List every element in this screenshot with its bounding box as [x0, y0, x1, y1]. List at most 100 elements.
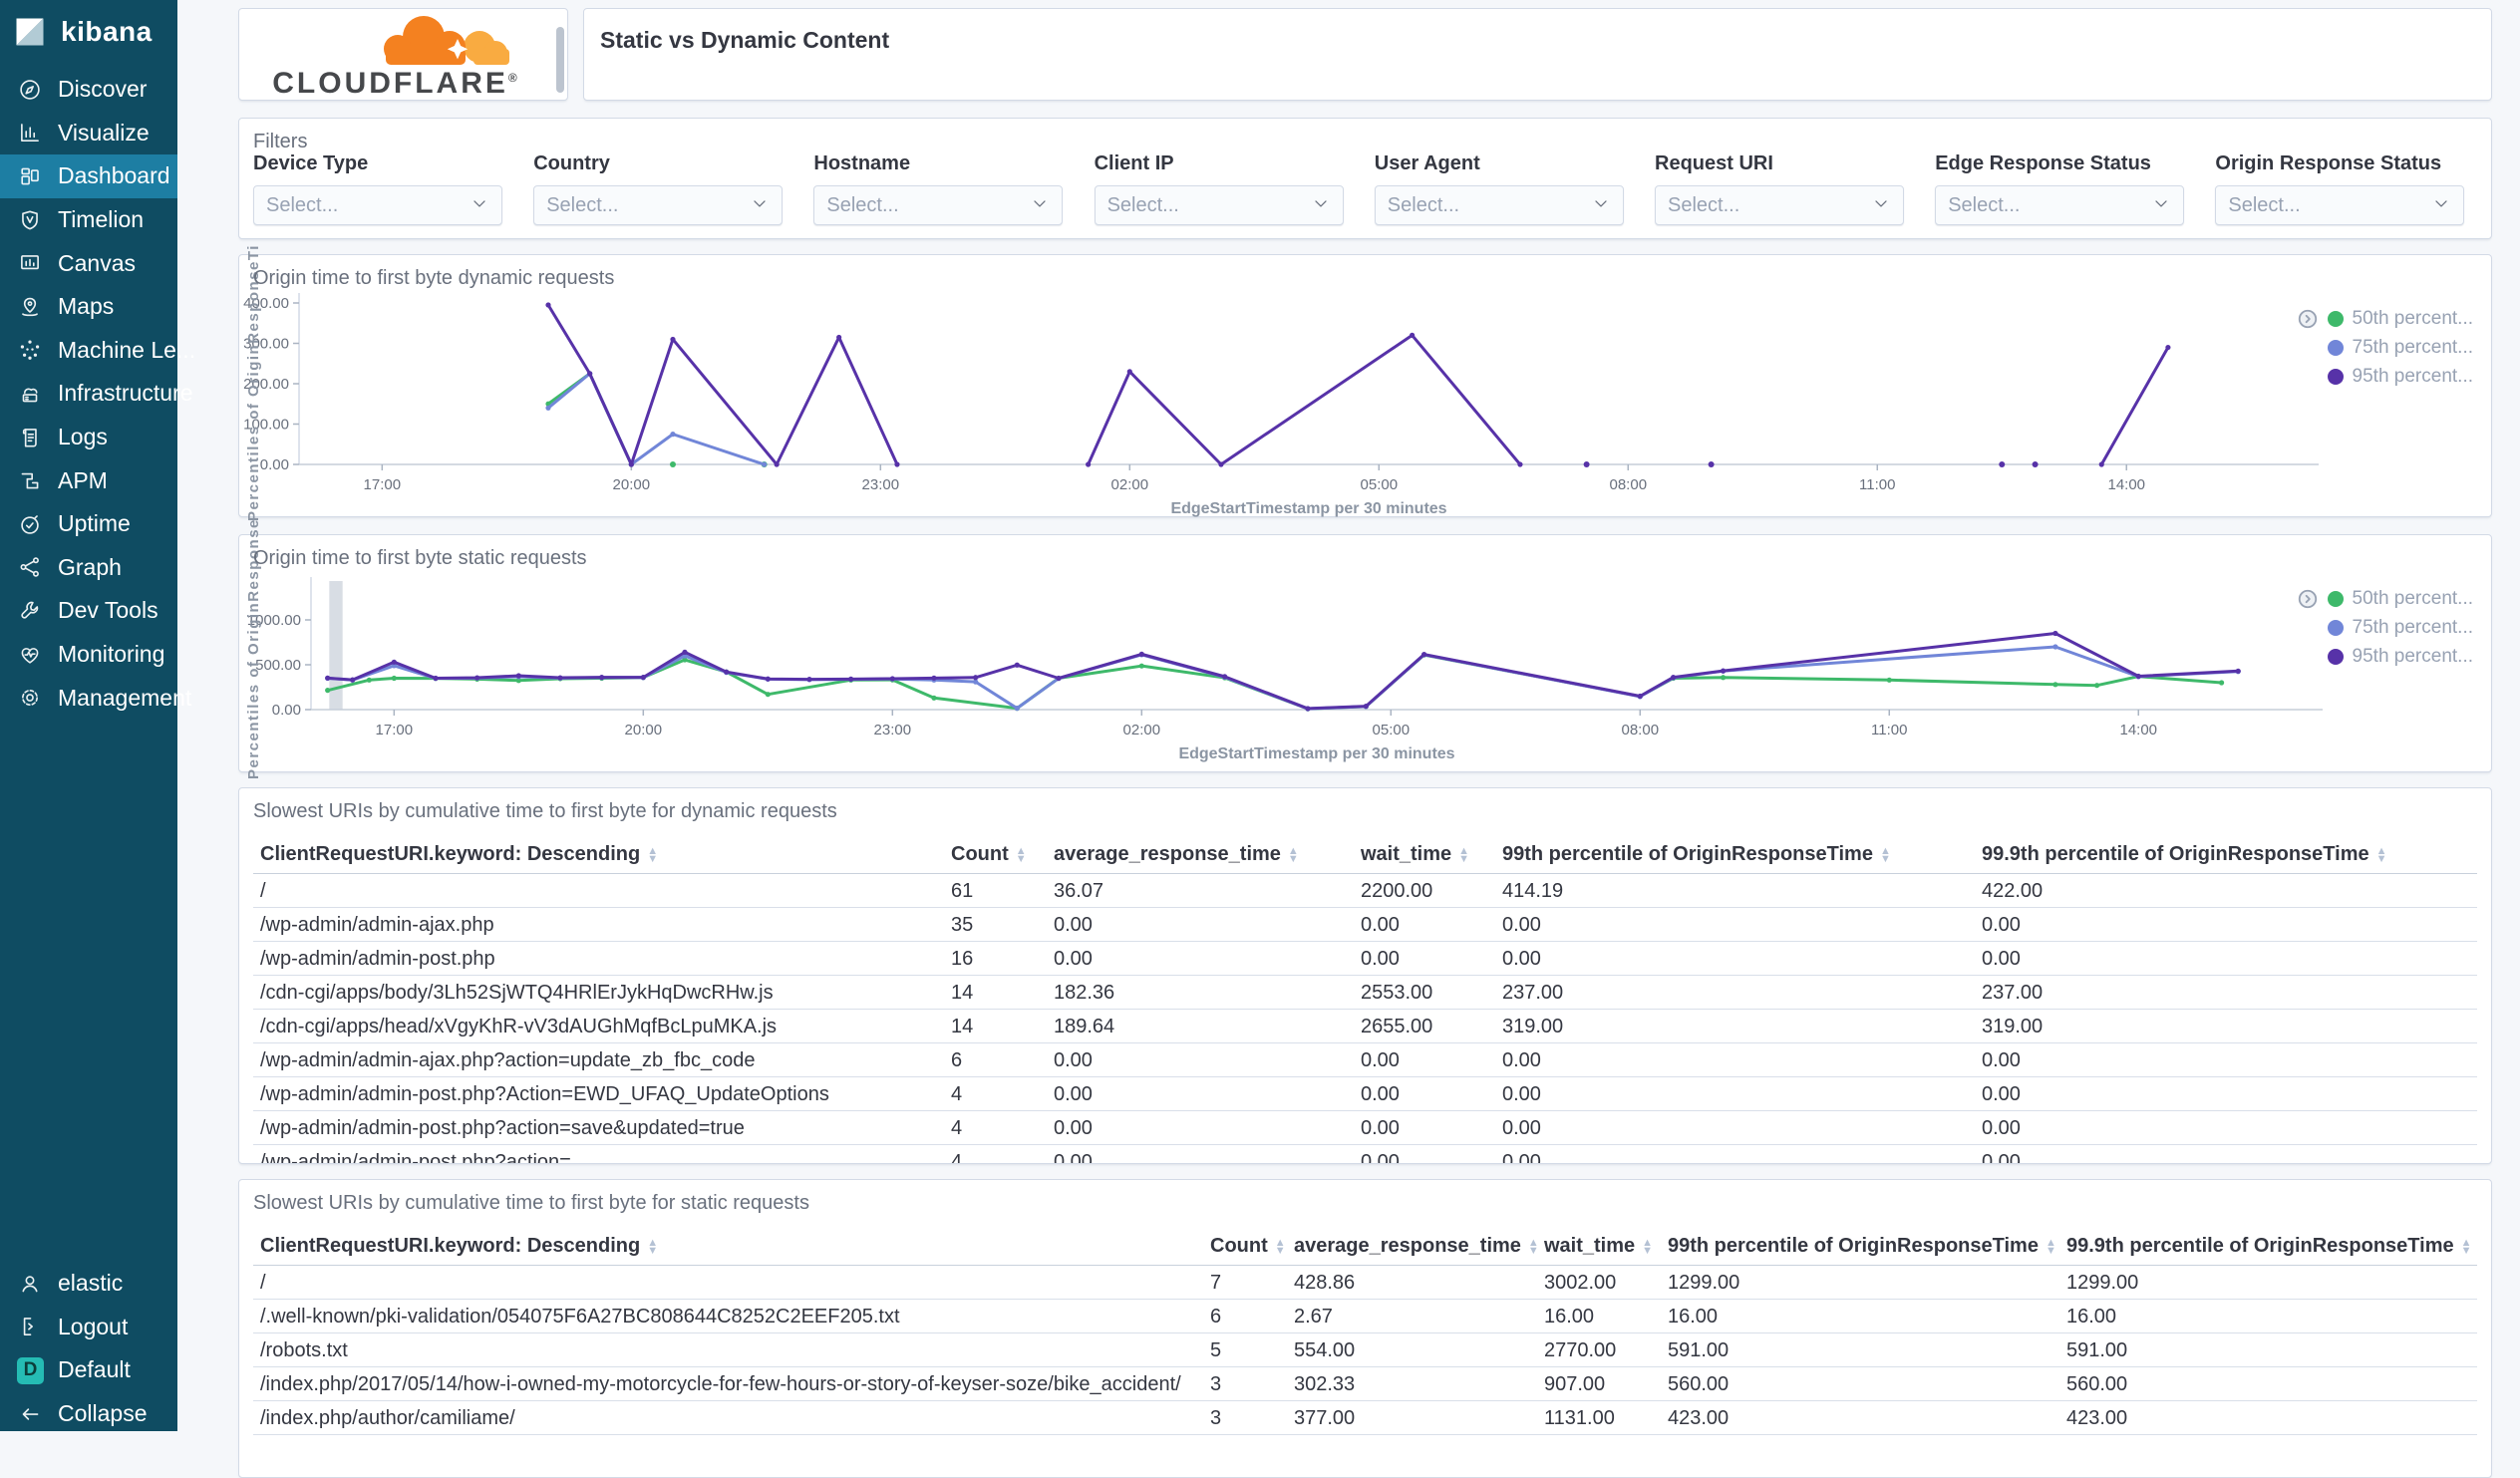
table-row: /wp-admin/admin-post.php?Action=EWD_UFAQ…: [253, 1077, 2477, 1111]
client-ip-select[interactable]: Select...: [1094, 185, 1344, 225]
svg-text:17:00: 17:00: [364, 476, 402, 493]
filter-client-ip: Client IP Select...: [1094, 152, 1344, 225]
legend-item-75th-percent[interactable]: 75th percent...: [2327, 616, 2473, 640]
table-row: /index.php/author/camiliame/3 377.00 1131.…: [253, 1401, 2477, 1435]
cell-value: 4: [951, 1151, 963, 1164]
panel-scrollbar[interactable]: [556, 27, 564, 93]
column-header-clientrequesturi-keyword-descending[interactable]: ClientRequestURI.keyword: Descending ▲ ▼: [260, 843, 658, 866]
cell-value: 237.00: [1502, 982, 1564, 1004]
sidebar-item-discover[interactable]: Discover: [0, 68, 177, 112]
cell-value: 0.00: [1054, 1083, 1093, 1105]
edge-response-status-select[interactable]: Select...: [1935, 185, 2185, 225]
cell-value: 2553.00: [1361, 982, 1433, 1004]
column-header-99th-percentile-of-originresponsetime[interactable]: 99th percentile of OriginResponseTime ▲ ▼: [1668, 1235, 2056, 1258]
sidebar-item-graph[interactable]: Graph: [0, 546, 177, 590]
column-header-average-response-time[interactable]: average_response_time ▲ ▼: [1294, 1235, 1539, 1258]
chart-title: Origin time to first byte static request…: [253, 547, 587, 569]
legend-item-50th-percent[interactable]: 50th percent...: [2298, 307, 2473, 331]
sort-icon: ▲ ▼: [2375, 844, 2387, 865]
column-header-clientrequesturi-keyword-descending[interactable]: ClientRequestURI.keyword: Descending ▲ ▼: [260, 1235, 658, 1258]
cell-value: 319.00: [1502, 1016, 1564, 1037]
column-header-average-response-time[interactable]: average_response_time ▲ ▼: [1054, 843, 1299, 866]
sidebar-item-visualize[interactable]: Visualize: [0, 112, 177, 155]
country-select[interactable]: Select...: [533, 185, 784, 225]
column-header-99-9th-percentile-of-originresponsetime[interactable]: 99.9th percentile of OriginResponseTime ▲…: [1982, 843, 2387, 866]
column-header-99th-percentile-of-originresponsetime[interactable]: 99th percentile of OriginResponseTime ▲ ▼: [1502, 843, 1891, 866]
table-row: /index.php/2017/05/14/how-i-owned-my-mot…: [253, 1367, 2477, 1401]
sort-icon: ▲ ▼: [1879, 844, 1891, 865]
cell-value: 414.19: [1502, 880, 1564, 902]
cell-value: 3002.00: [1544, 1272, 1617, 1294]
cell-value: 0.00: [1361, 1117, 1400, 1139]
chevron-down-icon: [750, 193, 770, 218]
sidebar-item-timelion[interactable]: Timelion: [0, 198, 177, 242]
sidebar-item-canvas[interactable]: Canvas: [0, 241, 177, 285]
column-header-wait-time[interactable]: wait_time ▲ ▼: [1544, 1235, 1653, 1258]
discover-icon: [17, 77, 43, 103]
chart-panel-dynamic-requests: Origin time to first byte dynamic reques…: [238, 244, 2492, 521]
sidebar-item-logout[interactable]: Logout: [0, 1306, 177, 1349]
svg-text:11:00: 11:00: [1859, 476, 1895, 493]
cell-value: 0.00: [1982, 914, 2021, 936]
sidebar-item-apm[interactable]: APM: [0, 458, 177, 502]
column-header-label: 99.9th percentile of OriginResponseTime: [2066, 1235, 2454, 1257]
legend-item-50th-percent[interactable]: 50th percent...: [2298, 587, 2473, 611]
legend-item-95th-percent[interactable]: 95th percent...: [2327, 645, 2473, 669]
legend-item-75th-percent[interactable]: 75th percent...: [2327, 336, 2473, 360]
cell-uri: /wp-admin/admin-post.php: [260, 948, 495, 970]
table-row: /wp-admin/admin-ajax.php 35 0.00 0.00 0.00 0.…: [253, 908, 2477, 942]
request-uri-select[interactable]: Select...: [1655, 185, 1904, 225]
user-icon: [17, 1271, 43, 1297]
legend-expand-icon[interactable]: [2297, 308, 2319, 330]
cell-value: 2770.00: [1544, 1339, 1617, 1361]
sidebar-item-machine-le[interactable]: Machine Le...: [0, 329, 195, 373]
cell-value: 2.67: [1294, 1306, 1333, 1328]
legend-item-95th-percent[interactable]: 95th percent...: [2327, 365, 2473, 389]
sidebar-item-collapse[interactable]: Collapse: [0, 1392, 177, 1436]
sidebar-item-default[interactable]: D Default: [0, 1348, 177, 1392]
legend-expand-icon[interactable]: [2297, 588, 2319, 610]
column-header-count[interactable]: Count ▲ ▼: [951, 843, 1027, 866]
user-agent-select[interactable]: Select...: [1374, 185, 1624, 225]
table-title: Slowest URIs by cumulative time to first…: [253, 800, 837, 822]
cell-value: 1299.00: [1668, 1272, 1740, 1294]
sidebar-item-dashboard[interactable]: Dashboard: [0, 154, 177, 198]
cell-uri: /: [260, 1272, 266, 1294]
legend-color-dot: [2327, 591, 2344, 607]
origin-response-status-select[interactable]: Select...: [2215, 185, 2465, 225]
column-header-99-9th-percentile-of-originresponsetime[interactable]: 99.9th percentile of OriginResponseTime ▲…: [2066, 1235, 2472, 1258]
sort-icon: ▲ ▼: [2460, 1236, 2472, 1257]
cell-value: 6: [1210, 1306, 1222, 1328]
sidebar-item-monitoring[interactable]: Monitoring: [0, 633, 177, 677]
cell-value: 423.00: [1668, 1407, 1730, 1429]
sidebar-item-label: Management: [58, 684, 192, 711]
column-header-label: 99.9th percentile of OriginResponseTime: [1982, 843, 2369, 865]
sort-icon: ▲ ▼: [1015, 844, 1027, 865]
sidebar-item-dev-tools[interactable]: Dev Tools: [0, 589, 177, 633]
sidebar-item-infrastructure[interactable]: Infrastructure: [0, 372, 193, 416]
sidebar-item-label: Monitoring: [58, 641, 165, 668]
table-row: /wp-admin/admin-post.php 16 0.00 0.00 0.00 0.…: [253, 942, 2477, 976]
column-header-label: ClientRequestURI.keyword: Descending: [260, 1235, 641, 1257]
column-header-count[interactable]: Count ▲ ▼: [1210, 1235, 1286, 1258]
kibana-brand[interactable]: kibana: [0, 0, 177, 64]
sidebar-item-logs[interactable]: Logs: [0, 416, 177, 459]
sort-icon: ▲ ▼: [647, 844, 659, 865]
machine-learning-icon: [17, 337, 43, 363]
x-axis-label: EdgeStartTimestamp per 30 minutes: [1178, 745, 1455, 762]
svg-text:14:00: 14:00: [2107, 476, 2145, 493]
cell-value: 0.00: [1054, 914, 1093, 936]
filter-label: Hostname: [813, 152, 911, 174]
device-type-select[interactable]: Select...: [253, 185, 502, 225]
sidebar-item-label: Graph: [58, 553, 122, 580]
legend-color-dot: [2327, 340, 2344, 356]
cell-uri: /wp-admin/admin-ajax.php: [260, 914, 494, 936]
sidebar-item-management[interactable]: Management: [0, 676, 191, 720]
sidebar-item-maps[interactable]: Maps: [0, 285, 177, 329]
chart-panel-static-requests: Origin time to first byte static request…: [238, 518, 2492, 779]
sidebar-item-uptime[interactable]: Uptime: [0, 502, 177, 546]
brand-text: kibana: [61, 16, 153, 47]
column-header-wait-time[interactable]: wait_time ▲ ▼: [1361, 843, 1469, 866]
sidebar-item-elastic[interactable]: elastic: [0, 1262, 177, 1306]
hostname-select[interactable]: Select...: [813, 185, 1064, 225]
